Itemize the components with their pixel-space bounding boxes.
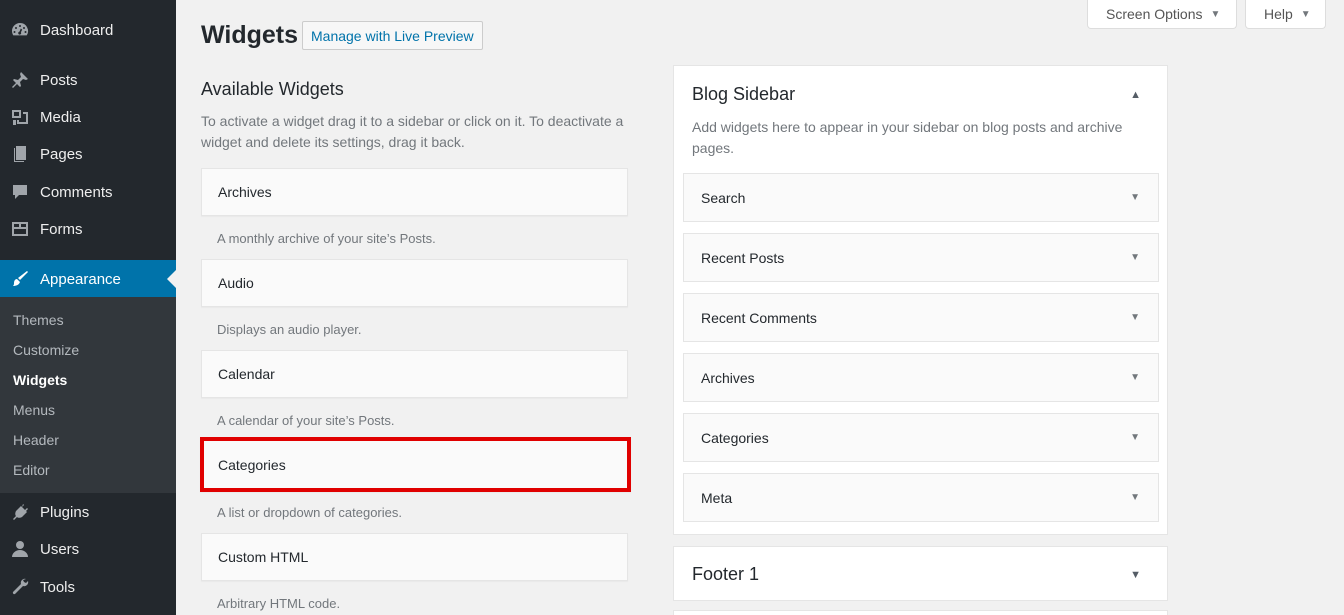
widget-title: Categories bbox=[701, 429, 769, 446]
sidebar-widget-archives[interactable]: Archives ▼ bbox=[683, 353, 1159, 402]
caret-down-icon: ▼ bbox=[1210, 8, 1221, 20]
wrench-icon bbox=[0, 577, 40, 597]
widget-audio[interactable]: Audio bbox=[201, 259, 628, 307]
menu-appearance[interactable]: Appearance bbox=[0, 260, 176, 298]
menu-users[interactable]: Users bbox=[0, 531, 176, 567]
submenu-themes[interactable]: Themes bbox=[13, 312, 64, 328]
widget-categories[interactable]: Categories bbox=[200, 437, 631, 492]
widget-title: Recent Posts bbox=[701, 249, 785, 266]
sidebar-widget-recent-comments[interactable]: Recent Comments ▼ bbox=[683, 293, 1159, 342]
media-icon bbox=[0, 107, 40, 127]
menu-tools[interactable]: Tools bbox=[0, 569, 176, 605]
next-sidebar-area bbox=[673, 610, 1168, 615]
available-widgets-title: Available Widgets bbox=[201, 79, 344, 99]
menu-label: Users bbox=[40, 540, 80, 558]
pin-icon bbox=[0, 70, 40, 90]
comment-icon bbox=[0, 182, 40, 202]
help-label: Help bbox=[1264, 6, 1293, 22]
widget-description: A monthly archive of your site’s Posts. bbox=[217, 231, 436, 246]
forms-icon bbox=[0, 219, 40, 239]
available-widgets-description: To activate a widget drag it to a sideba… bbox=[201, 113, 624, 150]
screen-options-button[interactable]: Screen Options ▼ bbox=[1087, 0, 1237, 29]
expand-arrow-icon[interactable]: ▼ bbox=[1130, 372, 1140, 383]
submenu-customize[interactable]: Customize bbox=[13, 342, 79, 358]
menu-forms[interactable]: Forms bbox=[0, 211, 176, 247]
menu-label: Tools bbox=[40, 578, 76, 596]
sidebar-widget-search[interactable]: Search ▼ bbox=[683, 173, 1159, 222]
widget-calendar[interactable]: Calendar bbox=[201, 350, 628, 398]
page-title: Widgets bbox=[201, 21, 298, 49]
sidebar-widget-recent-posts[interactable]: Recent Posts ▼ bbox=[683, 233, 1159, 282]
help-button[interactable]: Help ▼ bbox=[1245, 0, 1326, 29]
paintbrush-icon bbox=[0, 269, 40, 289]
submenu-widgets[interactable]: Widgets bbox=[13, 372, 67, 388]
live-preview-button[interactable]: Manage with Live Preview bbox=[302, 21, 483, 50]
widget-description: Displays an audio player. bbox=[217, 322, 362, 337]
menu-label: Dashboard bbox=[40, 21, 114, 39]
caret-down-icon: ▼ bbox=[1300, 8, 1311, 20]
sidebar-widget-meta[interactable]: Meta ▼ bbox=[683, 473, 1159, 522]
plugin-icon bbox=[0, 502, 40, 522]
widget-title: Meta bbox=[701, 489, 733, 506]
submenu-header[interactable]: Header bbox=[13, 432, 59, 448]
admin-sidebar: Dashboard Posts Media Pages Comments For… bbox=[0, 0, 176, 615]
menu-plugins[interactable]: Plugins bbox=[0, 494, 176, 530]
dashboard-icon bbox=[0, 20, 40, 40]
menu-label: Comments bbox=[40, 183, 113, 201]
menu-label: Appearance bbox=[40, 270, 121, 288]
expand-arrow-icon[interactable]: ▼ bbox=[1130, 252, 1140, 263]
expand-arrow-icon[interactable]: ▼ bbox=[1130, 432, 1140, 443]
screen-options-label: Screen Options bbox=[1106, 6, 1203, 22]
expand-arrow-icon[interactable]: ▼ bbox=[1130, 492, 1140, 503]
footer-1-area[interactable]: Footer 1 ▼ bbox=[673, 546, 1168, 601]
blog-sidebar-title: Blog Sidebar bbox=[692, 84, 796, 104]
widget-title: Recent Comments bbox=[701, 309, 817, 326]
menu-label: Forms bbox=[40, 220, 83, 238]
sidebar-widget-categories[interactable]: Categories ▼ bbox=[683, 413, 1159, 462]
widget-custom-html[interactable]: Custom HTML bbox=[201, 533, 628, 581]
widget-description: Arbitrary HTML code. bbox=[217, 596, 341, 611]
widget-title: Search bbox=[701, 189, 746, 206]
menu-label: Media bbox=[40, 108, 81, 126]
expand-arrow-icon[interactable]: ▼ bbox=[1130, 569, 1141, 581]
menu-media[interactable]: Media bbox=[0, 99, 176, 135]
menu-dashboard[interactable]: Dashboard bbox=[0, 12, 176, 48]
appearance-submenu: Themes Customize Widgets Menus Header Ed… bbox=[0, 297, 176, 493]
menu-comments[interactable]: Comments bbox=[0, 174, 176, 210]
menu-posts[interactable]: Posts bbox=[0, 62, 176, 98]
pages-icon bbox=[0, 144, 40, 164]
blog-sidebar-description: Add widgets here to appear in your sideb… bbox=[692, 119, 1123, 156]
menu-label: Plugins bbox=[40, 503, 90, 521]
submenu-editor[interactable]: Editor bbox=[13, 462, 50, 478]
menu-pages[interactable]: Pages bbox=[0, 136, 176, 172]
expand-arrow-icon[interactable]: ▼ bbox=[1130, 192, 1140, 203]
widget-archives[interactable]: Archives bbox=[201, 168, 628, 216]
widget-description: A calendar of your site’s Posts. bbox=[217, 413, 395, 428]
footer-1-title: Footer 1 bbox=[692, 564, 760, 584]
widget-description: A list or dropdown of categories. bbox=[217, 505, 402, 520]
submenu-menus[interactable]: Menus bbox=[13, 402, 55, 418]
widget-title: Archives bbox=[701, 369, 755, 386]
menu-label: Pages bbox=[40, 145, 83, 163]
user-icon bbox=[0, 539, 40, 559]
menu-label: Posts bbox=[40, 71, 78, 89]
collapse-arrow-icon[interactable]: ▲ bbox=[1130, 89, 1141, 101]
expand-arrow-icon[interactable]: ▼ bbox=[1130, 312, 1140, 323]
